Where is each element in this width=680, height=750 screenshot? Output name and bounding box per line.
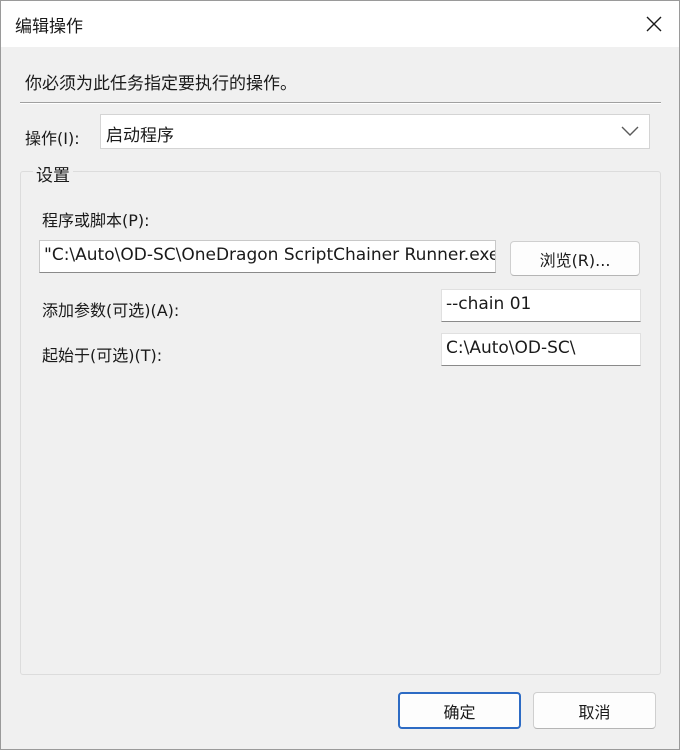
program-input[interactable]: "C:\Auto\OD-SC\OneDragon ScriptChainer R… (39, 240, 496, 273)
close-button[interactable] (629, 1, 679, 47)
start-in-input[interactable]: C:\Auto\OD-SC\ (441, 333, 641, 366)
instruction-text: 你必须为此任务指定要执行的操作。 (25, 74, 297, 94)
ok-button[interactable]: 确定 (398, 692, 521, 729)
action-select-value: 启动程序 (106, 126, 174, 146)
args-input-value: --chain 01 (446, 294, 532, 314)
start-in-input-value: C:\Auto\OD-SC\ (446, 338, 576, 358)
args-label: 添加参数(可选)(A): (42, 301, 180, 320)
close-icon (646, 16, 662, 32)
browse-button[interactable]: 浏览(R)... (510, 241, 640, 276)
start-in-label: 起始于(可选)(T): (42, 346, 163, 365)
settings-group-title: 设置 (33, 161, 73, 186)
action-label: 操作(I): (25, 129, 80, 148)
edit-action-dialog: 编辑操作 你必须为此任务指定要执行的操作。 操作(I): 启动程序 设置 程序或… (0, 0, 680, 750)
program-input-value: "C:\Auto\OD-SC\OneDragon ScriptChainer R… (44, 245, 496, 265)
cancel-button[interactable]: 取消 (533, 692, 656, 729)
chevron-down-icon (621, 126, 639, 136)
action-select[interactable]: 启动程序 (100, 114, 650, 149)
separator (20, 102, 661, 104)
args-input[interactable]: --chain 01 (441, 289, 641, 322)
dialog-title: 编辑操作 (15, 17, 83, 37)
program-label: 程序或脚本(P): (42, 211, 150, 230)
title-bar: 编辑操作 (1, 1, 679, 47)
